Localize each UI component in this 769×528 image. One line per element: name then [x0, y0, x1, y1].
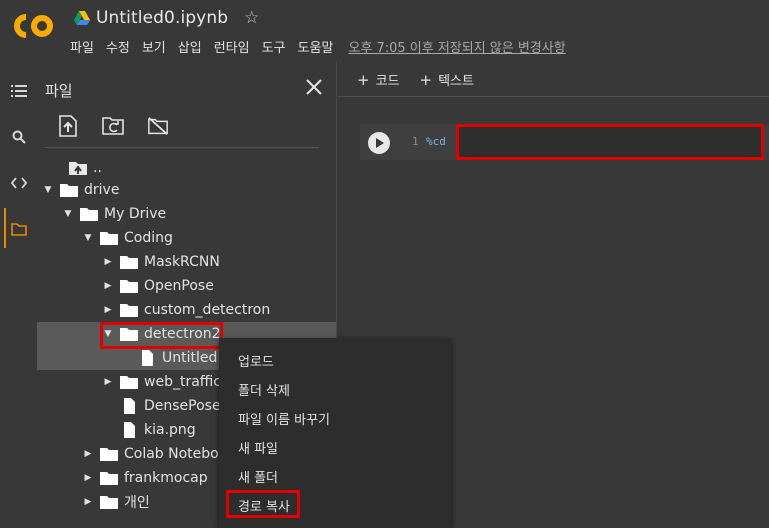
caret-right-icon[interactable]: ▶	[82, 497, 94, 507]
file-toolbar	[57, 114, 192, 138]
colab-logo[interactable]	[13, 11, 55, 41]
close-icon[interactable]	[303, 76, 325, 98]
code-snippets-icon[interactable]	[6, 170, 32, 196]
refresh-folder-icon[interactable]	[102, 114, 124, 138]
save-status-link[interactable]: 오후 7:05 이후 저장되지 않은 변경사항	[348, 37, 565, 56]
tree-label: OpenPose	[144, 278, 214, 294]
notebook-toolbar: + 코드 + 텍스트	[337, 62, 769, 97]
cell-input-highlight-box[interactable]	[456, 124, 764, 160]
folder-icon	[120, 280, 138, 293]
folder-icon	[100, 496, 118, 509]
plus-icon: +	[357, 70, 370, 89]
menu-file[interactable]: 파일	[70, 37, 94, 56]
tree-label: DensePose	[144, 398, 221, 414]
caret-right-icon[interactable]: ▶	[82, 473, 94, 483]
add-code-label: 코드	[375, 73, 400, 89]
top-bar: Untitled0.ipynb ☆ 파일 수정 보기 삽입 런타임 도구 도움말…	[0, 0, 769, 62]
folder-icon	[120, 376, 138, 389]
unmount-drive-icon[interactable]	[147, 114, 169, 138]
menu-view[interactable]: 보기	[142, 37, 166, 56]
tree-row-coding[interactable]: ▼ Coding	[37, 226, 336, 250]
divider	[45, 147, 319, 148]
upload-file-icon[interactable]	[57, 114, 79, 138]
tree-row-custom-detectron[interactable]: ▶ custom_detectron	[37, 298, 336, 322]
tree-label: My Drive	[104, 206, 167, 222]
folder-icon	[100, 232, 118, 245]
tree-label: frankmocap	[124, 470, 208, 486]
code-text[interactable]: %cd	[426, 135, 446, 148]
play-icon	[376, 138, 384, 148]
title-row: Untitled0.ipynb ☆	[74, 6, 259, 30]
caret-down-icon[interactable]: ▼	[42, 185, 54, 195]
search-icon[interactable]	[6, 124, 32, 150]
tree-label: custom_detectron	[144, 302, 271, 318]
menu-insert[interactable]: 삽입	[178, 37, 202, 56]
folder-up-icon	[69, 162, 87, 175]
tree-label: web_traffic	[144, 374, 222, 390]
caret-down-icon[interactable]: ▼	[82, 233, 94, 243]
menu-help[interactable]: 도움말	[298, 37, 334, 56]
caret-right-icon[interactable]: ▶	[102, 281, 114, 291]
tree-row-openpose[interactable]: ▶ OpenPose	[37, 274, 336, 298]
menu-edit[interactable]: 수정	[106, 37, 130, 56]
add-text-label: 텍스트	[438, 73, 474, 89]
folder-icon	[100, 448, 118, 461]
line-number: 1	[412, 135, 419, 148]
tree-label: kia.png	[144, 422, 196, 438]
file-icon	[124, 398, 135, 414]
folder-icon	[120, 256, 138, 269]
drive-icon	[74, 11, 90, 25]
detectron2-highlight-box	[100, 322, 223, 349]
plus-icon: +	[419, 70, 433, 89]
folder-icon	[80, 208, 98, 221]
context-item-new-file[interactable]: 새 파일	[238, 438, 278, 457]
tree-row-my-drive[interactable]: ▼ My Drive	[37, 202, 336, 226]
context-item-rename[interactable]: 파일 이름 바꾸기	[238, 409, 330, 428]
folder-icon	[60, 184, 78, 197]
files-folder-icon[interactable]	[6, 216, 32, 242]
folder-icon	[100, 472, 118, 485]
tree-label: ..	[93, 160, 102, 176]
tree-row-parent[interactable]: ..	[37, 156, 336, 180]
file-icon	[124, 422, 135, 438]
copy-path-highlight-box	[226, 490, 300, 518]
file-icon	[142, 350, 153, 366]
toc-icon[interactable]	[6, 78, 32, 104]
menu-bar: 파일 수정 보기 삽입 런타임 도구 도움말 오후 7:05 이후 저장되지 않…	[70, 37, 578, 56]
caret-right-icon[interactable]: ▶	[82, 449, 94, 459]
menu-tools[interactable]: 도구	[262, 37, 286, 56]
caret-down-icon[interactable]: ▼	[62, 209, 74, 219]
left-nav	[0, 62, 38, 520]
add-text-button[interactable]: + 텍스트	[420, 70, 474, 89]
folder-icon	[120, 304, 138, 317]
star-icon[interactable]: ☆	[244, 8, 259, 28]
caret-right-icon[interactable]: ▶	[102, 377, 114, 387]
notebook-title[interactable]: Untitled0.ipynb	[96, 8, 228, 28]
tree-label: drive	[84, 182, 120, 198]
tree-label: MaskRCNN	[144, 254, 220, 270]
run-cell-button[interactable]	[368, 132, 390, 154]
context-item-new-folder[interactable]: 새 폴더	[238, 467, 278, 486]
tree-label: 개인	[124, 495, 150, 511]
menu-runtime[interactable]: 런타임	[214, 37, 250, 56]
tree-row-maskrcnn[interactable]: ▶ MaskRCNN	[37, 250, 336, 274]
caret-right-icon[interactable]: ▶	[102, 305, 114, 315]
code-cell[interactable]: 1 %cd	[360, 124, 769, 160]
file-panel-title: 파일	[45, 82, 73, 100]
context-item-delete-folder[interactable]: 폴더 삭제	[238, 380, 290, 399]
caret-right-icon[interactable]: ▶	[102, 257, 114, 267]
tree-label: Untitled	[162, 350, 218, 366]
add-code-button[interactable]: + 코드	[357, 70, 400, 89]
context-item-upload[interactable]: 업로드	[238, 351, 274, 370]
tree-label: Coding	[124, 230, 173, 246]
tree-row-drive[interactable]: ▼ drive	[37, 178, 336, 202]
